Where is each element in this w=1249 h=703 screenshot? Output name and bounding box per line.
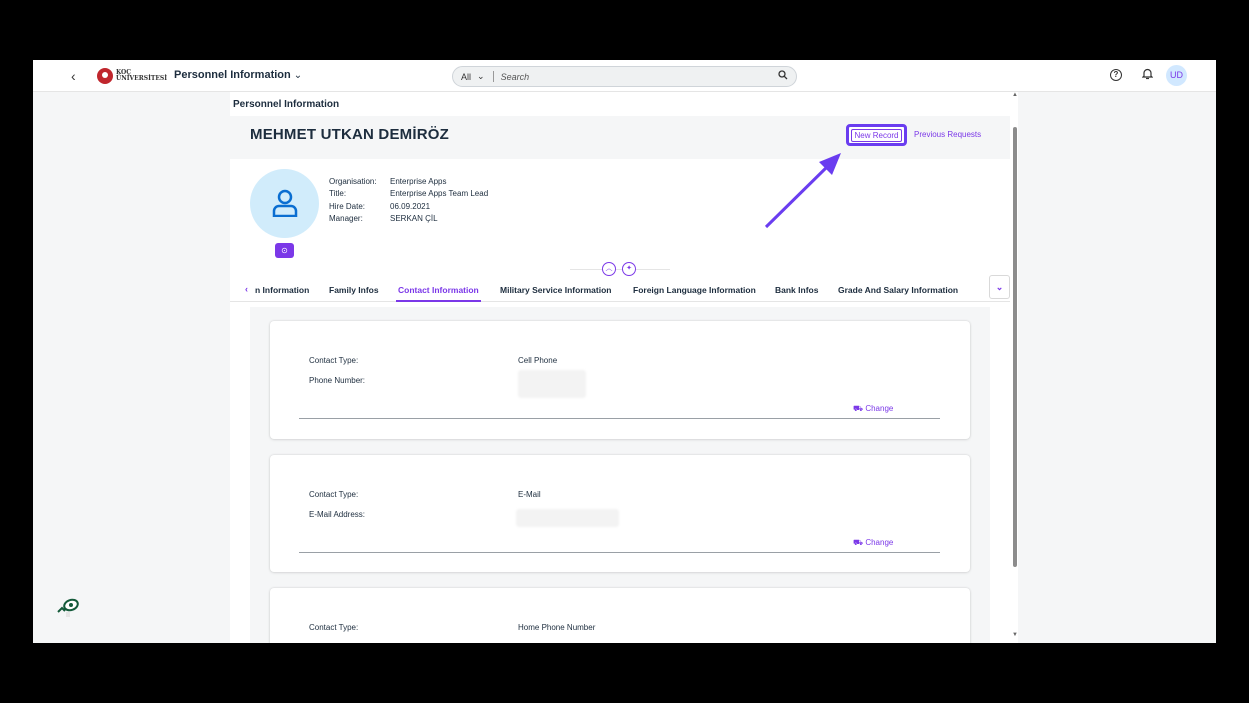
- info-row-title: Title: Enterprise Apps Team Lead: [329, 189, 489, 199]
- search-icon[interactable]: [778, 70, 788, 83]
- search-scope-value: All: [461, 71, 472, 82]
- chevron-left-icon[interactable]: ‹: [245, 284, 248, 294]
- chevron-down-icon: ⌄: [293, 70, 303, 81]
- tab-grade-and-salary-information[interactable]: Grade And Salary Information: [838, 285, 958, 295]
- contact-type-value: Cell Phone: [518, 356, 558, 365]
- contact-list: Contact Type: Cell Phone Phone Number: ⛟…: [250, 307, 990, 643]
- redacted-phone-number: [518, 370, 586, 398]
- contact-card: Contact Type: Home Phone Number: [270, 588, 970, 643]
- employee-info: Organisation: Enterprise Apps Title: Enter…: [329, 176, 488, 225]
- camera-icon[interactable]: ⊙: [275, 243, 294, 258]
- scroll-up-arrow[interactable]: ▲: [1012, 92, 1018, 98]
- help-icon[interactable]: ?: [1110, 69, 1122, 81]
- app-title: Personnel Information: [174, 69, 291, 81]
- divider: [299, 418, 940, 419]
- redacted-email-address: [516, 509, 619, 527]
- logo-mark: [97, 68, 113, 84]
- contact-type-value: E-Mail: [518, 490, 541, 499]
- tab-foreign-language-information[interactable]: Foreign Language Information: [633, 285, 756, 295]
- scroll-thumb[interactable]: [1013, 127, 1017, 567]
- tab-military-service-information[interactable]: Military Service Information: [500, 285, 611, 295]
- chevron-down-icon[interactable]: ⌄: [989, 275, 1010, 299]
- divider: [299, 552, 940, 553]
- vertical-scrollbar[interactable]: ▲ ▼: [1012, 92, 1018, 643]
- app-screen: ‹ KOÇ ÜNİVERSİTESİ Personnel Information…: [33, 60, 1216, 643]
- logo-line2: ÜNİVERSİTESİ: [116, 75, 168, 82]
- info-row-manager: Manager: SERKAN ÇİL: [329, 213, 438, 223]
- tab-bank-infos[interactable]: Bank Infos: [775, 285, 818, 295]
- contact-type-label: Contact Type:: [309, 356, 359, 365]
- page-header: Personnel Information: [233, 99, 340, 110]
- object-header: MEHMET UTKAN DEMİRÖZ New Record Previous…: [230, 116, 1010, 159]
- floating-assistant-icon[interactable]: [57, 598, 81, 623]
- phone-number-label: Phone Number:: [309, 376, 366, 385]
- contact-type-label: Contact Type:: [309, 490, 359, 499]
- page-container: Personnel Information MEHMET UTKAN DEMİR…: [230, 92, 1018, 643]
- company-logo[interactable]: KOÇ ÜNİVERSİTESİ: [97, 68, 167, 84]
- contact-type-label: Contact Type:: [309, 623, 359, 632]
- new-record-button[interactable]: New Record: [846, 124, 907, 146]
- new-record-label: New Record: [851, 128, 902, 142]
- scroll-down-arrow[interactable]: ▼: [1012, 632, 1018, 638]
- change-button[interactable]: ⛟ Change: [853, 538, 893, 548]
- bell-icon[interactable]: [1141, 68, 1154, 83]
- edit-icon: ⛟: [853, 404, 864, 413]
- contact-card: Contact Type: E-Mail E-Mail Address: ⛟ C…: [270, 455, 970, 572]
- profile-photo: [250, 169, 319, 238]
- info-row-organisation: Organisation: Enterprise Apps: [329, 177, 447, 186]
- chevron-down-icon: ⌄: [477, 71, 485, 81]
- search-input[interactable]: Search: [494, 72, 778, 82]
- previous-requests-link[interactable]: Previous Requests: [914, 130, 981, 139]
- info-row-hire-date: Hire Date: 06.09.2021: [329, 201, 431, 211]
- user-avatar[interactable]: UD: [1166, 65, 1187, 86]
- header-toggle-row: ︿ ✦: [570, 262, 670, 276]
- contact-type-value: Home Phone Number: [518, 623, 596, 632]
- tab-contact-information[interactable]: Contact Information: [396, 285, 481, 302]
- pin-icon[interactable]: ✦: [622, 262, 636, 276]
- tab-family-infos[interactable]: Family Infos: [329, 285, 379, 295]
- tab-bar: ‹ n Information Family Infos Contact Inf…: [230, 275, 1010, 302]
- app-title-menu[interactable]: Personnel Information ⌄: [174, 69, 302, 81]
- employee-name: MEHMET UTKAN DEMİRÖZ: [250, 126, 449, 143]
- search-scope-select[interactable]: All ⌄: [453, 71, 494, 82]
- shell-bar: ‹ KOÇ ÜNİVERSİTESİ Personnel Information…: [33, 60, 1216, 92]
- person-icon: [272, 189, 298, 217]
- collapse-header-button[interactable]: ︿: [602, 262, 616, 276]
- search-bar[interactable]: All ⌄ Search: [452, 66, 797, 87]
- chevron-left-icon[interactable]: ‹: [71, 68, 76, 84]
- tab-personal-information[interactable]: n Information: [255, 285, 309, 295]
- edit-icon: ⛟: [853, 538, 864, 547]
- email-address-label: E-Mail Address:: [309, 510, 366, 519]
- contact-card: Contact Type: Cell Phone Phone Number: ⛟…: [270, 321, 970, 439]
- change-button[interactable]: ⛟ Change: [853, 404, 893, 414]
